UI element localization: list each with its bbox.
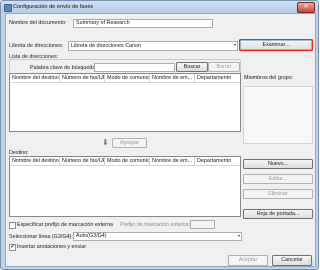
external-prefix-label: Prefijo de marcación externa: bbox=[120, 222, 191, 228]
dialog-body: Nombre del documento: Summary of Researc… bbox=[5, 13, 316, 267]
fax-settings-dialog: Configuración de envío de faxes ✕ Nombre… bbox=[0, 0, 319, 270]
line-select-label: Seleccionar línea (G3/G4): bbox=[9, 234, 73, 240]
external-prefix-checkbox-label: Especificar prefijo de marcación externa bbox=[17, 222, 113, 228]
address-book-selected-value: Libreta de direcciones Canon bbox=[71, 43, 142, 49]
destination-table[interactable]: Nombre del destino Número de fax/URI Mod… bbox=[9, 156, 241, 217]
cover-sheet-button[interactable]: Hoja de portada... bbox=[243, 209, 313, 219]
address-list-header: Nombre del destino Número de fax/URI Mod… bbox=[10, 74, 240, 83]
search-keyword-input[interactable] bbox=[94, 63, 175, 72]
chevron-down-icon bbox=[238, 235, 240, 237]
column-header[interactable]: Número de fax/URI bbox=[60, 157, 105, 165]
add-button[interactable]: Agregar bbox=[112, 138, 147, 148]
insert-annotations-label: Insertar anotaciones y enviar bbox=[17, 244, 87, 250]
group-members-list[interactable] bbox=[243, 86, 313, 144]
delete-destination-button[interactable]: Eliminar bbox=[243, 189, 313, 199]
line-select[interactable]: Auto(G3/G4) bbox=[73, 232, 242, 241]
fax-app-icon bbox=[4, 4, 12, 12]
column-header[interactable]: Nombre de em... bbox=[150, 74, 195, 82]
destination-header: Nombre del destino Número de fax/URI Mod… bbox=[10, 157, 240, 166]
title-bar[interactable]: Configuración de envío de faxes ✕ bbox=[1, 1, 318, 13]
accept-button[interactable]: Aceptar bbox=[228, 255, 268, 266]
column-header[interactable]: Número de fax/URI bbox=[60, 74, 105, 82]
cancel-button[interactable]: Cancelar bbox=[272, 255, 312, 266]
window-title: Configuración de envío de faxes bbox=[13, 4, 94, 10]
external-prefix-input[interactable] bbox=[190, 220, 215, 229]
address-book-label: Libreta de direcciones: bbox=[9, 43, 64, 49]
column-header[interactable]: Modo de comunic... bbox=[105, 74, 150, 82]
column-header[interactable]: Departamento bbox=[195, 74, 239, 82]
column-header[interactable]: Departamento bbox=[195, 157, 239, 165]
search-button[interactable]: Buscar bbox=[176, 62, 208, 72]
external-prefix-checkbox[interactable] bbox=[9, 222, 16, 229]
address-book-select[interactable]: Libreta de direcciones Canon bbox=[68, 41, 238, 51]
column-header[interactable]: Nombre del destino bbox=[10, 74, 60, 82]
arrow-down-icon: ⬇ bbox=[102, 138, 109, 147]
column-header[interactable]: Nombre de em... bbox=[150, 157, 195, 165]
line-selected-value: Auto(G3/G4) bbox=[76, 233, 107, 239]
new-destination-button[interactable]: Nuevo... bbox=[243, 159, 313, 169]
edit-destination-button[interactable]: Editar... bbox=[243, 174, 313, 184]
chevron-down-icon bbox=[234, 44, 236, 46]
document-name-field[interactable]: Summary of Research bbox=[73, 19, 213, 28]
insert-annotations-checkbox[interactable]: ✔ bbox=[9, 244, 16, 251]
address-list-table[interactable]: Nombre del destino Número de fax/URI Mod… bbox=[9, 73, 241, 132]
resize-grip[interactable] bbox=[308, 259, 314, 265]
clear-button[interactable]: Borrar bbox=[208, 62, 240, 72]
search-keyword-label: Palabra clave de búsqueda: bbox=[30, 65, 97, 71]
document-name-label: Nombre del documento: bbox=[9, 20, 67, 26]
column-header[interactable]: Nombre del destino bbox=[10, 157, 60, 165]
browse-button[interactable]: Examinar... bbox=[239, 39, 313, 51]
close-button[interactable]: ✕ bbox=[297, 2, 315, 13]
column-header[interactable]: Modo de comunic... bbox=[105, 157, 150, 165]
group-members-label: Miembros del grupo: bbox=[244, 75, 294, 81]
